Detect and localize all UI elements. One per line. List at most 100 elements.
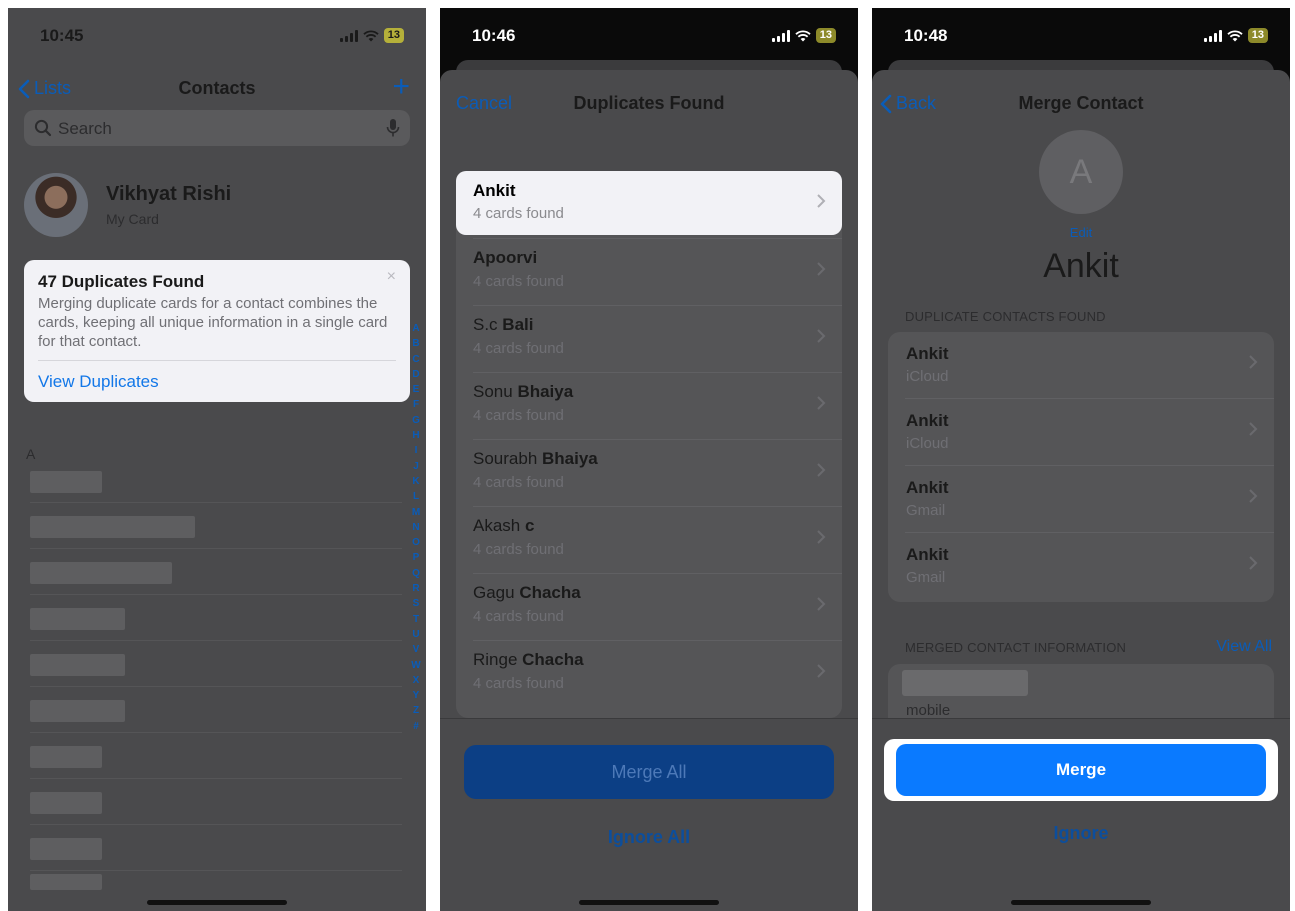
highlighted-duplicate-ankit[interactable]: Ankit 4 cards found xyxy=(456,171,842,235)
contact-last-name: Chacha xyxy=(522,650,584,669)
cards-count: 4 cards found xyxy=(473,205,564,222)
cards-count: 4 cards found xyxy=(473,474,564,491)
divider xyxy=(30,640,402,641)
list-item[interactable]: Apoorvi 4 cards found xyxy=(456,239,842,306)
cellular-signal-icon xyxy=(339,29,358,42)
list-item[interactable]: Ankit iCloud xyxy=(888,332,1274,399)
battery-icon: 13 xyxy=(815,28,836,43)
divider xyxy=(38,360,396,361)
list-item[interactable]: Sonu Bhaiya 4 cards found xyxy=(456,373,842,440)
list-item[interactable]: Gagu Chacha 4 cards found xyxy=(456,574,842,641)
home-indicator[interactable] xyxy=(579,900,719,905)
contact-first-name: Ringe xyxy=(473,650,523,669)
microphone-icon[interactable] xyxy=(386,118,400,138)
index-letter[interactable]: N xyxy=(412,520,419,535)
index-letter[interactable]: X xyxy=(413,673,420,688)
status-bar: 10:45 13 xyxy=(8,8,426,64)
chevron-right-icon xyxy=(1249,355,1258,369)
chevron-right-icon xyxy=(817,262,826,276)
contact-name: Ankit xyxy=(906,411,949,430)
list-item[interactable]: Ankit Gmail xyxy=(888,533,1274,600)
index-letter[interactable]: T xyxy=(413,612,419,627)
index-letter[interactable]: Z xyxy=(413,703,419,718)
index-letter[interactable]: I xyxy=(415,443,418,458)
list-item[interactable]: Sourabh Bhaiya 4 cards found xyxy=(456,440,842,507)
index-letter[interactable]: E xyxy=(413,382,420,397)
index-letter[interactable]: H xyxy=(412,428,419,443)
contact-source: Gmail xyxy=(906,569,946,586)
cellular-signal-icon xyxy=(1203,29,1222,42)
index-letter[interactable]: L xyxy=(413,489,419,504)
index-letter[interactable]: B xyxy=(412,336,419,351)
navigation-bar: Lists Contacts + xyxy=(8,70,426,110)
list-item[interactable]: Ankit Gmail xyxy=(888,466,1274,533)
view-all-button[interactable]: View All xyxy=(1216,638,1272,656)
index-letter[interactable]: J xyxy=(413,459,419,474)
contact-name: Ankit xyxy=(906,545,949,564)
home-indicator[interactable] xyxy=(147,900,287,905)
status-bar: 10:46 13 xyxy=(440,8,858,64)
ignore-button[interactable]: Ignore xyxy=(872,823,1290,844)
index-letter[interactable]: S xyxy=(413,596,420,611)
merged-section-header: MERGED CONTACT INFORMATION xyxy=(905,640,1127,655)
contact-last-name: Bali xyxy=(502,315,534,334)
list-item[interactable] xyxy=(30,746,102,768)
list-item[interactable]: Ankit iCloud xyxy=(888,399,1274,466)
my-card[interactable]: Vikhyat Rishi My Card xyxy=(24,173,410,239)
search-field[interactable]: Search xyxy=(24,110,410,146)
divider xyxy=(30,824,402,825)
sheet-title: Duplicates Found xyxy=(573,93,725,113)
index-letter[interactable]: Y xyxy=(413,688,420,703)
duplicates-banner-title: 47 Duplicates Found xyxy=(38,272,205,291)
index-letter[interactable]: O xyxy=(412,535,420,550)
divider xyxy=(30,778,402,779)
list-item[interactable]: S.c Bali 4 cards found xyxy=(456,306,842,373)
cellular-signal-icon xyxy=(771,29,790,42)
view-duplicates-button[interactable]: View Duplicates xyxy=(38,372,159,392)
close-icon[interactable]: × xyxy=(387,268,396,286)
index-letter[interactable]: U xyxy=(412,627,419,642)
index-letter[interactable]: W xyxy=(411,658,420,673)
screen-duplicates-found: 10:46 13 Cancel Duplicates Found Apoorvi… xyxy=(440,8,858,911)
contact-source: iCloud xyxy=(906,435,949,452)
merge-all-button[interactable]: Merge All xyxy=(464,745,834,799)
divider xyxy=(30,548,402,549)
cards-count: 4 cards found xyxy=(473,675,564,692)
list-item[interactable] xyxy=(30,516,195,538)
ignore-all-button[interactable]: Ignore All xyxy=(440,827,858,848)
index-letter[interactable]: G xyxy=(412,413,420,428)
list-item[interactable] xyxy=(30,838,102,860)
index-letter[interactable]: # xyxy=(413,719,419,734)
list-item[interactable] xyxy=(30,608,125,630)
index-letter[interactable]: K xyxy=(412,474,419,489)
redacted-phone-number xyxy=(902,670,1028,696)
list-item[interactable] xyxy=(30,792,102,814)
sheet-title: Merge Contact xyxy=(1018,93,1144,113)
index-letter[interactable]: D xyxy=(412,367,419,382)
edit-button[interactable]: Edit xyxy=(872,225,1290,240)
index-letter[interactable]: R xyxy=(412,581,419,596)
list-item[interactable] xyxy=(30,874,102,890)
list-item[interactable] xyxy=(30,654,125,676)
index-letter[interactable]: P xyxy=(413,550,420,565)
chevron-right-icon xyxy=(817,396,826,410)
index-letter[interactable]: Q xyxy=(412,566,420,581)
alphabet-index[interactable]: A B C D E F G H I J K L M N O P Q R S T U V W X Y Z # xyxy=(410,321,422,734)
list-item[interactable]: Akash c 4 cards found xyxy=(456,507,842,574)
contact-first-name: Sonu xyxy=(473,382,518,401)
list-item[interactable] xyxy=(30,562,172,584)
index-letter[interactable]: A xyxy=(412,321,419,336)
home-indicator[interactable] xyxy=(1011,900,1151,905)
contact-name: Ankit xyxy=(906,478,949,497)
list-item[interactable]: Ringe Chacha 4 cards found xyxy=(456,641,842,708)
page-title: Contacts xyxy=(178,78,256,98)
index-letter[interactable]: V xyxy=(413,642,420,657)
index-letter[interactable]: C xyxy=(412,352,419,367)
index-letter[interactable]: F xyxy=(413,397,419,412)
index-letter[interactable]: M xyxy=(412,505,420,520)
add-contact-button[interactable]: + xyxy=(392,70,410,104)
divider xyxy=(30,594,402,595)
list-item[interactable] xyxy=(30,700,125,722)
list-item[interactable] xyxy=(30,471,102,493)
merge-button[interactable]: Merge xyxy=(896,744,1266,796)
